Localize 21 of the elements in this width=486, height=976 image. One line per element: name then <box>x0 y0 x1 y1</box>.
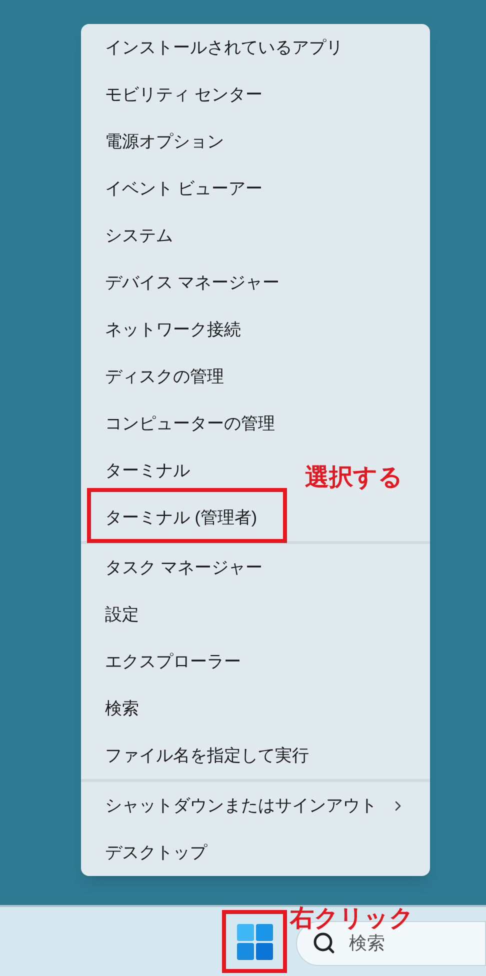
menu-item[interactable]: インストールされているアプリ <box>81 24 359 71</box>
menu-item[interactable]: イベント ビューアー <box>81 165 279 212</box>
annotation-text: 選択する <box>305 463 403 493</box>
windows-logo-icon[interactable] <box>236 924 272 960</box>
menu-item[interactable]: 設定 <box>81 591 155 638</box>
menu-item[interactable]: 検索 <box>81 685 155 732</box>
search-icon <box>312 931 336 955</box>
menu-item[interactable]: ファイル名を指定して実行 <box>81 732 325 779</box>
menu-item[interactable]: タスク マネージャー <box>81 544 279 591</box>
menu-item[interactable]: デスクトップ <box>81 829 223 876</box>
menu-item[interactable]: コンピューターの管理 <box>81 400 291 447</box>
menu-item[interactable]: モビリティ センター <box>81 71 279 118</box>
menu-item[interactable]: ディスクの管理 <box>81 353 240 400</box>
menu-item[interactable]: システム <box>81 212 189 259</box>
menu-item[interactable]: ターミナル (管理者) <box>81 494 274 541</box>
menu-item[interactable]: シャットダウンまたはサインアウト <box>81 782 430 829</box>
menu-item[interactable]: ネットワーク接続 <box>81 306 257 353</box>
menu-item[interactable]: 電源オプション <box>81 118 240 165</box>
menu-item[interactable]: デバイス マネージャー <box>81 259 296 306</box>
menu-item[interactable]: ターミナル <box>81 447 206 494</box>
menu-item[interactable]: エクスプローラー <box>81 638 257 685</box>
